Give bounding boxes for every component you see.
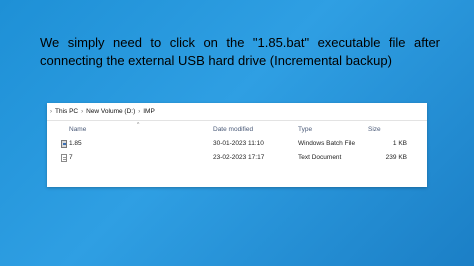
column-header-date-modified[interactable]: Date modified <box>213 126 253 133</box>
batch-file-icon <box>61 140 67 148</box>
chevron-right-icon: › <box>50 108 52 115</box>
file-date-modified: 30-01-2023 11:10 <box>213 140 264 147</box>
file-type: Text Document <box>298 154 342 161</box>
column-header-size[interactable]: Size <box>368 126 381 133</box>
caption-line-1: We simply need to click on the "1.85.bat… <box>40 35 440 50</box>
file-row[interactable]: 1.85 30-01-2023 11:10 Windows Batch File… <box>47 137 427 151</box>
file-date-modified: 23-02-2023 17:17 <box>213 154 265 161</box>
chevron-right-icon: › <box>138 108 141 115</box>
text-file-icon <box>61 154 67 162</box>
address-bar[interactable]: › This PC › New Volume (D:) › IMP <box>47 103 427 121</box>
file-name: 1.85 <box>69 140 82 147</box>
column-header-name[interactable]: Name <box>69 126 86 133</box>
slide-caption: We simply need to click on the "1.85.bat… <box>40 34 440 70</box>
breadcrumb-this-pc[interactable]: This PC <box>55 108 78 115</box>
file-name: 7 <box>69 154 73 161</box>
column-header-type[interactable]: Type <box>298 126 312 133</box>
sort-up-icon: ^ <box>137 122 140 128</box>
chevron-right-icon: › <box>81 108 84 115</box>
file-explorer-window: › This PC › New Volume (D:) › IMP ^ Name… <box>47 103 427 187</box>
breadcrumb-imp[interactable]: IMP <box>143 108 155 115</box>
file-type: Windows Batch File <box>298 140 356 147</box>
breadcrumb-new-volume[interactable]: New Volume (D:) <box>86 108 135 115</box>
file-size: 239 KB <box>385 154 407 161</box>
file-size: 1 KB <box>392 140 407 147</box>
column-headers: ^ Name Date modified Type Size <box>47 121 427 137</box>
file-row[interactable]: 7 23-02-2023 17:17 Text Document 239 KB <box>47 151 427 165</box>
caption-line-2: connecting the external USB hard drive (… <box>40 53 392 68</box>
